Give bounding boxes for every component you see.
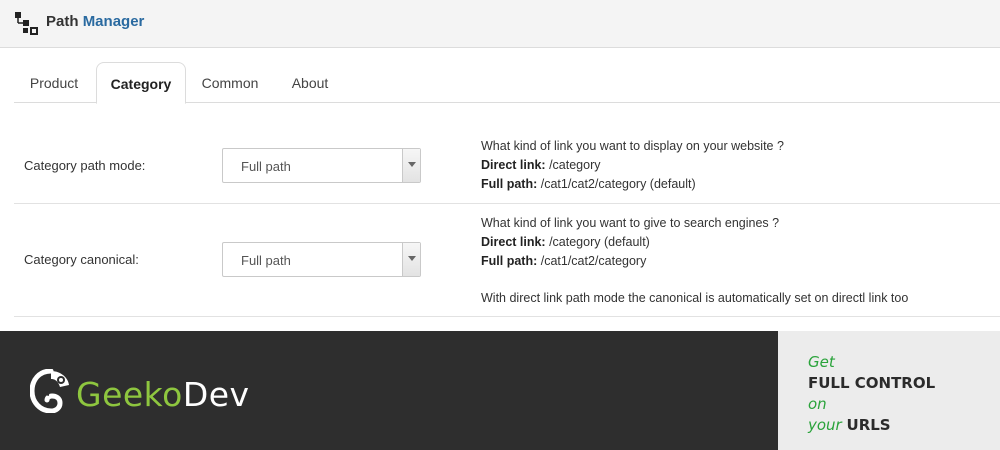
app-title-prefix: Path <box>46 13 79 30</box>
direct-link-value: /category <box>545 158 601 172</box>
tab-bar: Product Category Common About <box>14 62 1000 104</box>
brand-name: GeekoDev <box>76 375 250 414</box>
full-path-label: Full path: <box>481 177 538 191</box>
path-mode-question: What kind of link you want to display on… <box>481 139 784 153</box>
setting-row-path-mode: Category path mode: Full path What kind … <box>14 128 1000 204</box>
full-path-value: /cat1/cat2/category <box>537 254 647 268</box>
chevron-down-icon[interactable] <box>402 243 420 276</box>
tagline-get: Get <box>808 353 835 371</box>
canonical-question: What kind of link you want to give to se… <box>481 216 780 230</box>
path-mode-value: Full path <box>241 159 291 174</box>
tagline-your-urls: your URLS <box>808 416 891 434</box>
setting-row-canonical: Category canonical: Full path What kind … <box>14 205 1000 317</box>
direct-link-label: Direct link: <box>481 158 546 172</box>
direct-link-value: /category (default) <box>545 235 650 249</box>
chameleon-logo-icon <box>30 369 69 413</box>
canonical-note: With direct link path mode the canonical… <box>481 291 909 305</box>
app-title: Path Manager <box>46 13 144 30</box>
path-mode-select[interactable]: Full path <box>222 148 421 183</box>
path-mode-full-line: Full path: /cat1/cat2/category (default) <box>481 175 784 194</box>
full-path-label: Full path: <box>481 254 538 268</box>
canonical-direct-line: Direct link: /category (default) <box>481 233 908 252</box>
direct-link-label: Direct link: <box>481 235 546 249</box>
brand-geeko: Geeko <box>76 375 183 414</box>
tab-category[interactable]: Category <box>96 62 186 104</box>
app-header: Path Manager <box>0 0 1000 48</box>
tagline-urls: URLS <box>846 416 891 434</box>
app-title-accent: Manager <box>82 13 145 30</box>
tab-product[interactable]: Product <box>14 62 94 103</box>
tagline-panel: Get FULL CONTROL on your URLS <box>778 331 1000 450</box>
tagline-your: your <box>808 416 842 434</box>
canonical-help: What kind of link you want to give to se… <box>481 214 908 308</box>
promo-banner: GeekoDev <box>0 331 778 450</box>
chevron-down-icon[interactable] <box>402 149 420 182</box>
canonical-value: Full path <box>241 253 291 268</box>
path-mode-direct-line: Direct link: /category <box>481 156 784 175</box>
canonical-full-line: Full path: /cat1/cat2/category <box>481 252 908 271</box>
path-mode-help: What kind of link you want to display on… <box>481 137 784 194</box>
path-mode-label: Category path mode: <box>24 158 146 173</box>
brand-dev: Dev <box>182 375 250 414</box>
tab-common[interactable]: Common <box>190 62 270 103</box>
tagline-on: on <box>808 395 827 413</box>
sitemap-icon <box>15 12 38 35</box>
full-path-value: /cat1/cat2/category (default) <box>537 177 696 191</box>
canonical-select[interactable]: Full path <box>222 242 421 277</box>
tab-about[interactable]: About <box>276 62 344 103</box>
tagline-full-control: FULL CONTROL <box>808 374 936 392</box>
canonical-label: Category canonical: <box>24 252 139 267</box>
